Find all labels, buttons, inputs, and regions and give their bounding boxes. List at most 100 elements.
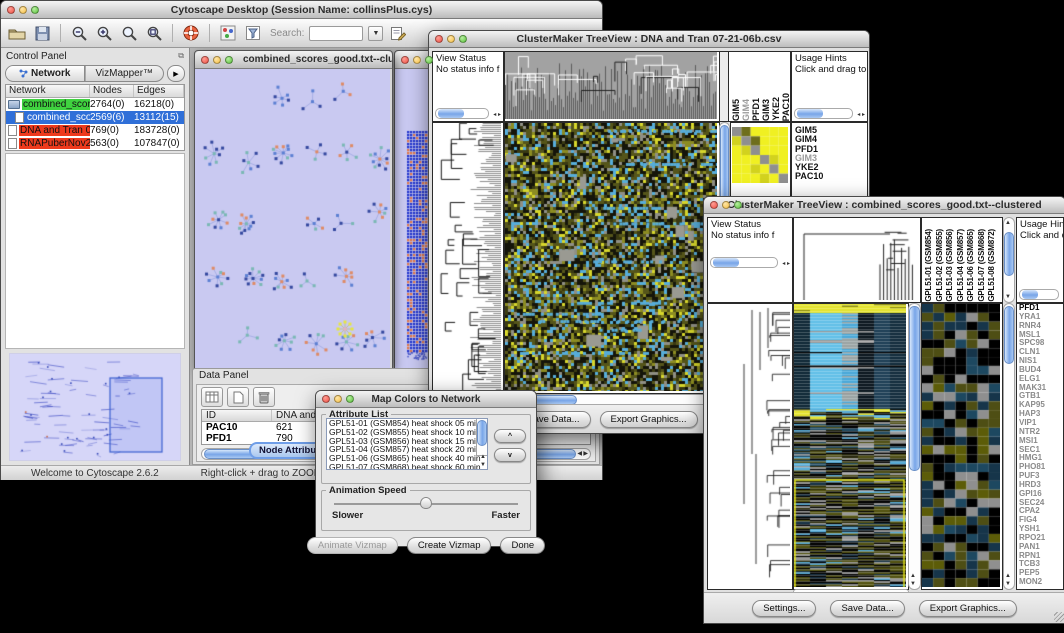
network-row[interactable]: combined_scores2764(0)16218(0) [6, 98, 184, 111]
tv1-column-label[interactable]: GIM3 [761, 99, 771, 121]
tv1-status-scrollbar[interactable] [435, 108, 489, 119]
zoom-in-icon[interactable] [94, 23, 114, 43]
tv1-column-dendrogram[interactable] [504, 51, 720, 122]
close-button[interactable] [201, 56, 209, 64]
close-button[interactable] [710, 201, 718, 209]
tv1-column-label[interactable]: GIM5 [731, 99, 741, 121]
tv2-export-graphics-button[interactable]: Export Graphics... [919, 600, 1017, 617]
tv1-global-heatmap[interactable] [504, 122, 720, 394]
tv2-column-label[interactable]: GPL51-01 (GSM854) [924, 229, 935, 302]
tv2-zoom-heatmap[interactable] [921, 303, 1003, 590]
zoom-button[interactable] [346, 395, 354, 403]
search-input[interactable] [309, 26, 363, 41]
minimize-button[interactable] [334, 395, 342, 403]
network-row[interactable]: combined_sco2569(6)13112(15) [6, 111, 184, 124]
minimize-button[interactable] [722, 201, 730, 209]
tv2-genes-vscrollbar[interactable]: ▲▼ [1003, 303, 1015, 590]
tv1-row-dendrogram[interactable] [432, 122, 504, 394]
zoom-button[interactable] [425, 56, 433, 64]
tv2-row-dendrogram[interactable] [707, 303, 793, 590]
close-button[interactable] [7, 6, 15, 14]
network-overview-birdseye[interactable] [9, 353, 181, 461]
open-session-button[interactable] [7, 23, 27, 43]
minimize-button[interactable] [447, 35, 455, 43]
zoom-out-icon[interactable] [69, 23, 89, 43]
tv2-global-heatmap[interactable] [793, 303, 909, 590]
tv2-column-label[interactable]: GPL51-06 (GSM865) [966, 229, 977, 302]
search-dropdown-arrow[interactable]: ▼ [368, 26, 383, 41]
tv1-column-label[interactable]: PFD1 [751, 98, 761, 121]
tv1-export-graphics-button[interactable]: Export Graphics... [600, 411, 698, 428]
scroll-down-arrow[interactable]: ▼ [480, 462, 486, 468]
close-button[interactable] [401, 56, 409, 64]
delete-attribute-trash-icon[interactable] [253, 387, 275, 407]
main-titlebar[interactable]: Cytoscape Desktop (Session Name: collins… [1, 1, 602, 19]
tv1-row-label[interactable]: PAC10 [795, 172, 867, 181]
attribute-list-scrollbar[interactable] [476, 419, 487, 456]
zoom-button[interactable] [459, 35, 467, 43]
network-row[interactable]: RNAPuberNov2+|563(0)107847(0) [6, 137, 184, 150]
network-nodes-count: 563(0) [90, 138, 134, 149]
tv1-column-label[interactable]: PAC10 [781, 93, 791, 121]
vizmapper-icon[interactable] [218, 23, 238, 43]
minimize-button[interactable] [213, 56, 221, 64]
float-panel-icon[interactable]: ⧉ [178, 51, 184, 61]
tv2-usage-scrollbar[interactable] [1019, 289, 1059, 300]
network-edges-count: 183728(0) [134, 125, 184, 136]
tv1-usage-scrollbar[interactable] [794, 108, 853, 119]
tv2-column-dendrogram[interactable] [793, 217, 921, 303]
minimize-button[interactable] [413, 56, 421, 64]
scroll-up-arrow[interactable]: ▲ [480, 454, 486, 460]
treeview2-titlebar[interactable]: ClusterMaker TreeView : combined_scores_… [704, 197, 1064, 214]
attribute-select-icon[interactable] [201, 387, 223, 407]
move-up-button[interactable]: ^ [494, 429, 526, 443]
tab-vizmapper[interactable]: VizMapper™ [85, 66, 164, 81]
network-row[interactable]: DNA and Tran 07769(0)183728(0) [6, 124, 184, 137]
tv2-gene-label[interactable]: MON2 [1019, 578, 1063, 587]
move-down-button[interactable]: v [494, 448, 526, 462]
animation-speed-slider[interactable] [332, 497, 520, 510]
tv2-column-label[interactable]: GPL51-07 (GSM868) [977, 229, 988, 302]
tv2-button-bar: Settings... Save Data... Export Graphics… [704, 592, 1064, 623]
zoom-button[interactable] [31, 6, 39, 14]
zoom-fit-icon[interactable] [119, 23, 139, 43]
create-vizmap-button[interactable]: Create Vizmap [407, 537, 492, 554]
tv2-status-scrollbar[interactable] [710, 257, 778, 268]
tab-overflow-arrow[interactable]: ▶ [167, 65, 185, 82]
help-lifering-icon[interactable] [181, 23, 201, 43]
annotation-icon[interactable] [388, 23, 408, 43]
slider-thumb[interactable] [420, 497, 432, 509]
zoom-button[interactable] [225, 56, 233, 64]
save-session-button[interactable] [32, 23, 52, 43]
tv2-column-label[interactable]: GPL51-02 (GSM855) [935, 229, 946, 302]
tv2-column-label[interactable]: GPL51-03 (GSM856) [945, 229, 956, 302]
done-button[interactable]: Done [500, 537, 545, 554]
zoom-selected-icon[interactable] [144, 23, 164, 43]
tv1-correlation-matrix[interactable] [732, 127, 788, 183]
filter-icon[interactable] [243, 23, 263, 43]
resize-grip[interactable] [1054, 612, 1064, 622]
network-window-1-titlebar[interactable]: combined_scores_good.txt--cluste... [195, 51, 392, 69]
tv1-column-label[interactable]: YKE2 [771, 97, 781, 121]
network-view-1-canvas[interactable] [195, 69, 390, 369]
tv2-column-label[interactable]: GPL51-08 (GSM872) [987, 229, 998, 302]
tv1-column-label[interactable]: GIM4 [741, 99, 751, 121]
tv2-save-data-button[interactable]: Save Data... [830, 600, 904, 617]
attribute-list-item[interactable]: GPL51-07 (GSM868) heat shock 60 min [327, 463, 487, 470]
tab-network[interactable]: Network [6, 66, 85, 81]
attribute-list[interactable]: GPL51-01 (GSM854) heat shock 05 minGPL51… [326, 418, 488, 470]
tv2-settings-button[interactable]: Settings... [752, 600, 816, 617]
dialog-titlebar[interactable]: Map Colors to Network [316, 391, 536, 408]
treeview1-titlebar[interactable]: ClusterMaker TreeView : DNA and Tran 07-… [429, 31, 869, 48]
zoom-button[interactable] [734, 201, 742, 209]
minimize-button[interactable] [19, 6, 27, 14]
new-attribute-icon[interactable] [227, 387, 249, 407]
tv2-header-vscrollbar[interactable]: ▲▼ [1003, 217, 1015, 303]
animate-vizmap-button[interactable]: Animate Vizmap [307, 537, 398, 554]
close-button[interactable] [435, 35, 443, 43]
tv2-column-label[interactable]: GPL51-04 (GSM857) [956, 229, 967, 302]
tv2-heatmap-vscrollbar[interactable]: ▲▼ [908, 303, 921, 590]
network-nodes-count: 769(0) [90, 125, 134, 136]
file-icon [8, 138, 17, 149]
close-button[interactable] [322, 395, 330, 403]
